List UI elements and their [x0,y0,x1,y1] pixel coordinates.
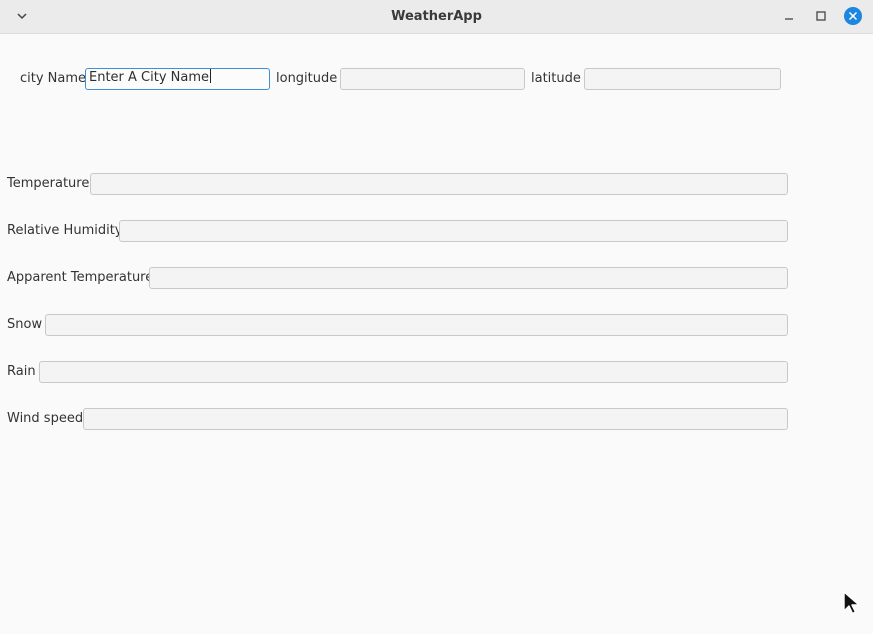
apparent-temperature-field[interactable] [149,267,788,289]
latitude-label: latitude [531,71,581,86]
rain-label: Rain [7,364,36,379]
relative-humidity-label: Relative Humidity [7,223,123,238]
city-name-input[interactable]: Enter A City Name [85,68,270,90]
weather-app-window: WeatherApp city Name Enter A City Name l… [0,0,873,634]
window-title: WeatherApp [391,9,482,24]
text-caret [210,69,212,83]
maximize-button[interactable] [812,7,830,25]
chevron-down-icon [17,13,27,20]
apparent-temperature-label: Apparent Temperature [7,270,154,285]
minimize-button[interactable] [780,7,798,25]
snow-field[interactable] [45,314,788,336]
close-icon [848,11,858,21]
city-name-label: city Name [20,71,87,86]
mouse-pointer-icon [842,590,862,616]
longitude-label: longitude [276,71,338,86]
relative-humidity-field[interactable] [119,220,788,242]
minimize-icon [785,18,793,20]
longitude-input[interactable] [340,68,525,90]
city-name-value: Enter A City Name [89,70,210,85]
temperature-field[interactable] [90,173,788,195]
latitude-input[interactable] [584,68,781,90]
snow-label: Snow [7,317,43,332]
wind-speed-field[interactable] [83,408,788,430]
temperature-label: Temperature [7,176,90,191]
title-bar[interactable]: WeatherApp [0,0,873,34]
rain-field[interactable] [39,361,788,383]
maximize-icon [816,11,826,21]
window-menu-button[interactable] [11,6,33,26]
close-button[interactable] [844,7,862,25]
wind-speed-label: Wind speed [7,411,84,426]
